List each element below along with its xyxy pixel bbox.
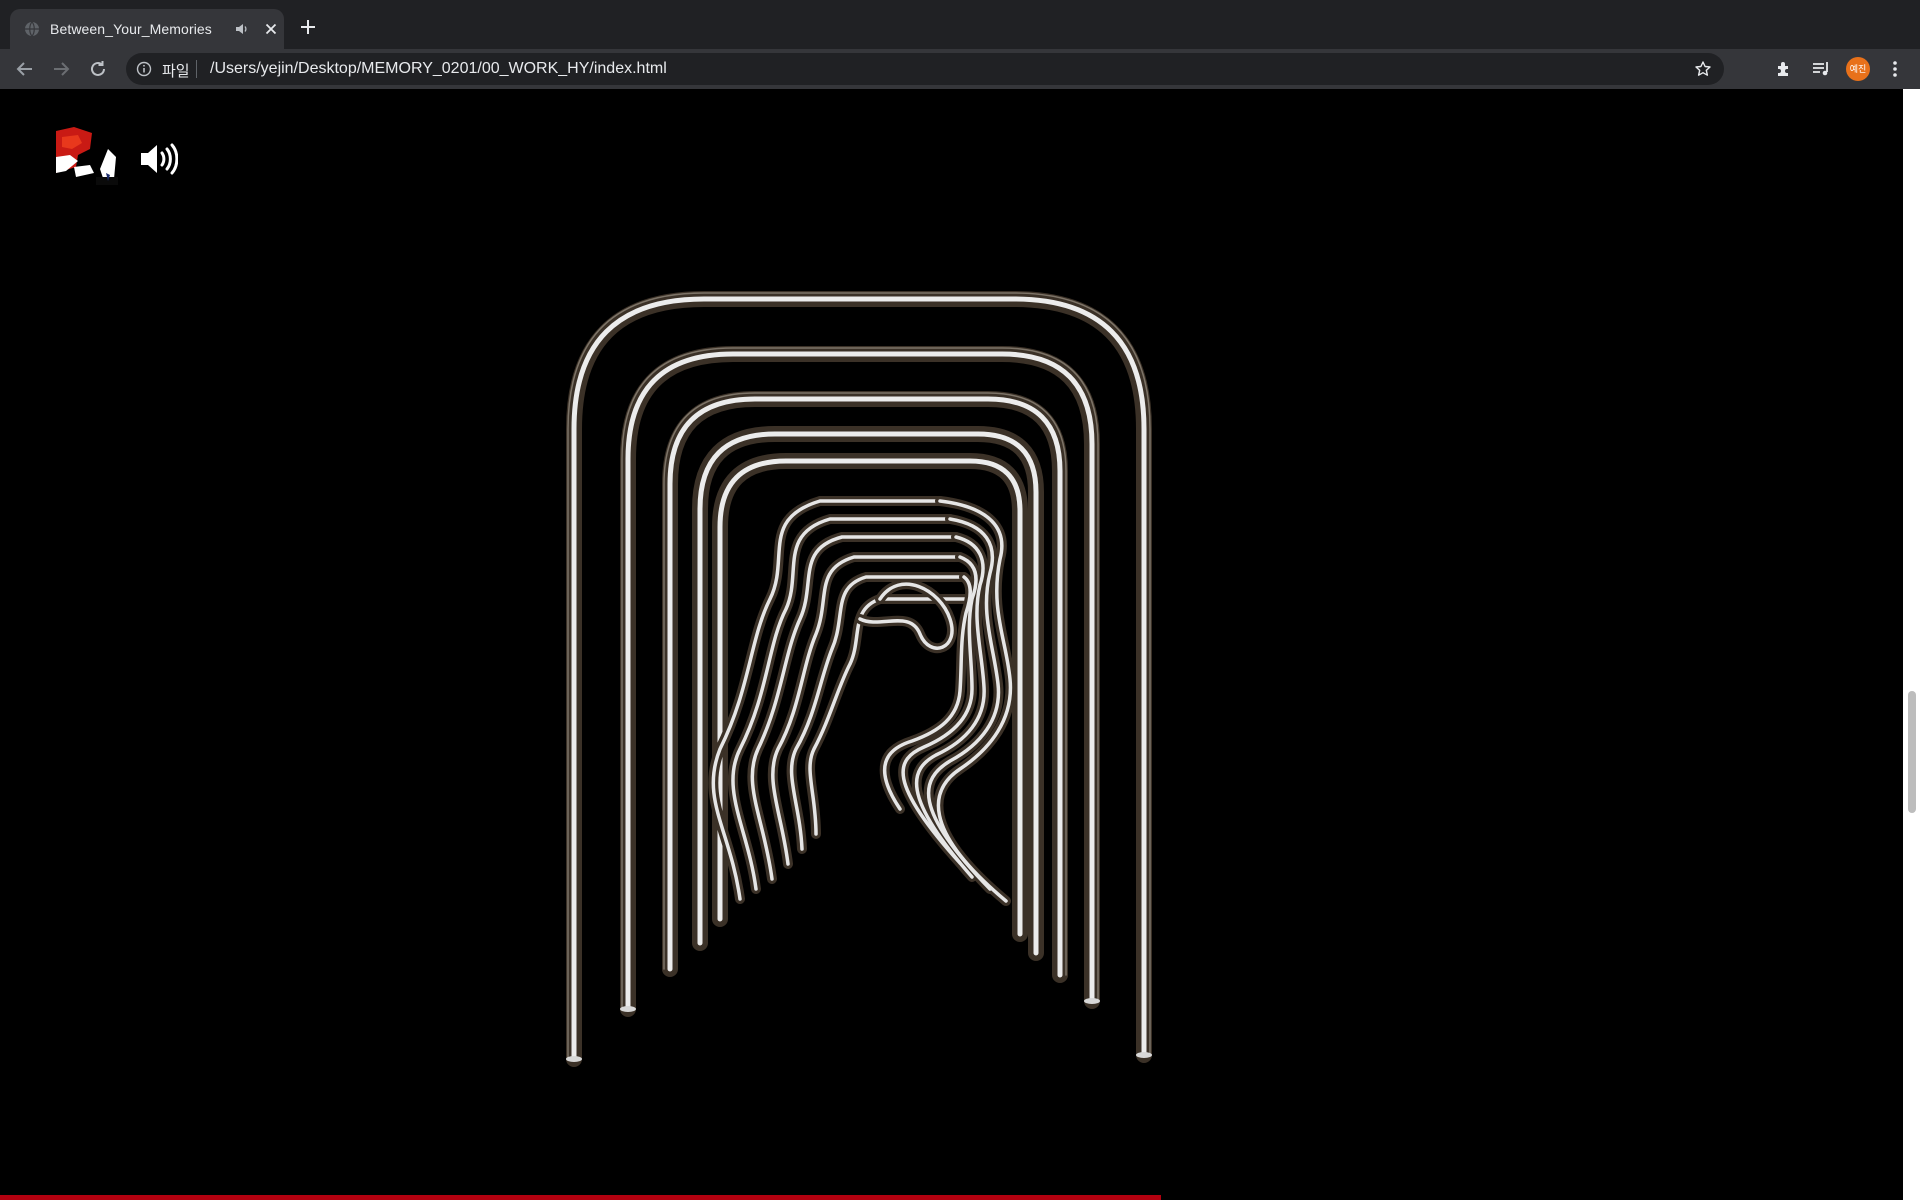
tab-strip: Between_Your_Memories [0, 0, 1920, 49]
scrollbar[interactable] [1903, 89, 1920, 1200]
page-viewport [0, 89, 1903, 1200]
more-menu-icon[interactable] [1884, 58, 1906, 80]
bookmark-star-icon[interactable] [1694, 60, 1712, 78]
reload-icon[interactable] [87, 58, 109, 80]
logo-image[interactable] [56, 127, 120, 185]
loading-progress-bar [0, 1195, 1161, 1200]
address-bar[interactable]: 파일 /Users/yejin/Desktop/MEMORY_0201/00_W… [126, 53, 1724, 85]
info-icon[interactable] [136, 61, 152, 77]
media-queue-icon[interactable] [1810, 58, 1832, 80]
chrome-tube-arches [566, 291, 1152, 1067]
browser-tab[interactable]: Between_Your_Memories [10, 9, 284, 49]
speaker-icon[interactable] [234, 21, 250, 37]
back-arrow-icon[interactable] [14, 58, 36, 80]
speaker-volume-icon[interactable] [138, 141, 178, 177]
tab-title: Between_Your_Memories [50, 21, 212, 37]
browser-toolbar: 파일 /Users/yejin/Desktop/MEMORY_0201/00_W… [0, 49, 1920, 89]
close-icon[interactable] [262, 20, 280, 38]
extensions-puzzle-icon[interactable] [1774, 58, 1796, 80]
omnibox-divider [196, 60, 197, 78]
globe-icon [25, 21, 39, 37]
url-text[interactable]: /Users/yejin/Desktop/MEMORY_0201/00_WORK… [210, 60, 667, 78]
forward-arrow-icon[interactable] [50, 58, 72, 80]
scheme-label: 파일 [162, 63, 190, 80]
scrollbar-thumb[interactable] [1908, 691, 1916, 813]
profile-avatar[interactable]: 예진 [1846, 57, 1870, 81]
arch-group [566, 291, 1152, 1067]
new-tab-icon[interactable] [298, 17, 318, 37]
